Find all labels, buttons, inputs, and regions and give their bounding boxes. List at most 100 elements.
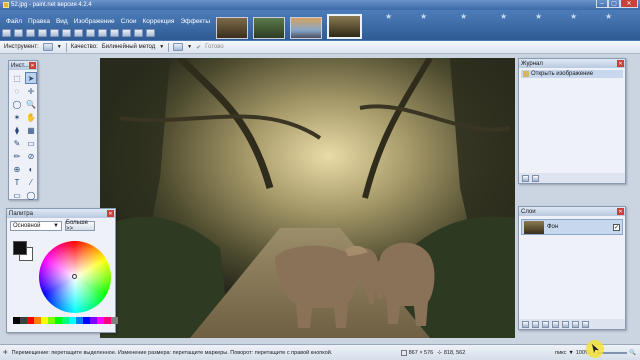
chevron-down-icon[interactable]: ▼ (187, 44, 192, 50)
close-icon[interactable]: ✕ (29, 62, 36, 69)
history-panel-header[interactable]: Журнал ✕ (519, 59, 625, 68)
line-tool-icon[interactable]: ⁄ (25, 176, 37, 188)
image-tab[interactable] (216, 17, 248, 39)
cut-button[interactable] (50, 29, 59, 37)
more-colors-button[interactable]: Больше >> (65, 220, 95, 232)
move-tool-icon[interactable]: ➤ (25, 72, 37, 84)
duplicate-layer-icon[interactable] (542, 320, 549, 328)
menu-edit[interactable]: Правка (28, 18, 50, 25)
pan-tool-icon[interactable]: ✋ (25, 111, 37, 123)
menu-layers[interactable]: Слои (121, 18, 137, 25)
move-selection-tool-icon[interactable]: ✛ (25, 85, 37, 97)
chevron-down-icon[interactable]: ▼ (568, 350, 573, 356)
undo-icon[interactable] (522, 174, 529, 182)
image-tab[interactable] (253, 17, 285, 39)
crop-button[interactable] (86, 29, 95, 37)
close-button[interactable]: ✕ (620, 0, 638, 8)
lasso-tool-icon[interactable]: ◌ (11, 85, 23, 97)
open-file-button[interactable] (14, 29, 23, 37)
tools-panel-header[interactable]: Инст... ✕ (9, 61, 37, 70)
new-file-button[interactable] (2, 29, 11, 37)
palette-mode-dropdown[interactable]: Основной ▼ (10, 221, 62, 231)
move-down-icon[interactable] (572, 320, 579, 328)
close-icon[interactable]: ✕ (617, 60, 624, 67)
clone-stamp-tool-icon[interactable]: ⊕ (11, 163, 23, 175)
palette-swatch[interactable] (41, 317, 48, 324)
rulers-button[interactable] (146, 29, 155, 37)
chevron-down-icon[interactable]: ▼ (159, 44, 164, 50)
color-wheel[interactable] (39, 241, 111, 313)
palette-swatch[interactable] (69, 317, 76, 324)
delete-layer-icon[interactable] (532, 320, 539, 328)
palette-swatch[interactable] (90, 317, 97, 324)
layer-properties-icon[interactable] (582, 320, 589, 328)
grid-button[interactable] (134, 29, 143, 37)
select-rect-tool-icon[interactable]: ⬚ (11, 72, 23, 84)
maximize-button[interactable]: ▢ (608, 0, 620, 8)
close-icon[interactable]: ✕ (107, 210, 114, 217)
zoom-tool-icon[interactable]: 🔍 (25, 98, 37, 110)
quality-dropdown[interactable]: Билинейный метод (102, 44, 155, 50)
layers-panel-header[interactable]: Слои ✕ (519, 207, 625, 216)
menu-image[interactable]: Изображение (74, 18, 115, 25)
layer-row[interactable]: Фон ✓ (521, 219, 623, 235)
redo-icon[interactable] (532, 174, 539, 182)
magic-wand-tool-icon[interactable]: ✶ (11, 111, 23, 123)
redo-button[interactable] (122, 29, 131, 37)
minimize-button[interactable]: – (596, 0, 608, 8)
palette-swatch[interactable] (13, 317, 20, 324)
undo-button[interactable] (110, 29, 119, 37)
save-button[interactable] (26, 29, 35, 37)
move-up-icon[interactable] (562, 320, 569, 328)
eraser-tool-icon[interactable]: ▭ (25, 137, 37, 149)
gradient-tool-icon[interactable]: ▦ (25, 124, 37, 136)
palette-swatch[interactable] (20, 317, 27, 324)
menu-effects[interactable]: Эффекты (180, 18, 210, 25)
palette-swatch[interactable] (55, 317, 62, 324)
history-item[interactable]: Открыть изображение (521, 70, 623, 78)
menu-adjustments[interactable]: Коррекция (142, 18, 174, 25)
menu-view[interactable]: Вид (56, 18, 68, 25)
ellipse-select-tool-icon[interactable]: ◯ (11, 98, 23, 110)
selection-mode-button[interactable] (173, 43, 184, 51)
palette-swatch[interactable] (34, 317, 41, 324)
text-tool-icon[interactable]: T (11, 176, 23, 188)
palette-swatch[interactable] (76, 317, 83, 324)
copy-button[interactable] (62, 29, 71, 37)
palette-swatch[interactable] (48, 317, 55, 324)
palette-swatch[interactable] (104, 317, 111, 324)
print-button[interactable] (38, 29, 47, 37)
palette-swatch[interactable] (27, 317, 34, 324)
add-layer-icon[interactable] (522, 320, 529, 328)
image-tab-active[interactable] (327, 14, 362, 39)
brush-tool-icon[interactable]: ✎ (11, 137, 23, 149)
menu-file[interactable]: Файл (6, 18, 22, 25)
palette-panel-header[interactable]: Палитра ✕ (7, 209, 115, 218)
layer-thumbnail (524, 220, 544, 234)
color-wheel-marker[interactable] (72, 274, 77, 279)
deselect-button[interactable] (98, 29, 107, 37)
shapes-tool-icon[interactable]: ▭ (11, 189, 23, 201)
palette-swatch[interactable] (111, 317, 118, 324)
palette-swatch[interactable] (62, 317, 69, 324)
recolor-tool-icon[interactable]: ◐ (25, 163, 37, 175)
tool-picker-button[interactable] (42, 43, 53, 51)
done-button[interactable]: Готово (205, 44, 224, 50)
ellipse-tool-icon[interactable]: ◯ (25, 189, 37, 201)
paste-button[interactable] (74, 29, 83, 37)
merge-layer-icon[interactable] (552, 320, 559, 328)
palette-swatch[interactable] (83, 317, 90, 324)
close-icon[interactable]: ✕ (617, 208, 624, 215)
zoom-in-icon[interactable]: 🔍 (629, 350, 636, 356)
image-canvas[interactable] (100, 58, 515, 338)
color-picker-tool-icon[interactable]: ⊘ (25, 150, 37, 162)
image-tab[interactable] (290, 17, 322, 39)
chevron-down-icon[interactable]: ▼ (57, 44, 62, 50)
pencil-tool-icon[interactable]: ✏ (11, 150, 23, 162)
palette-swatch[interactable] (97, 317, 104, 324)
primary-color-swatch[interactable] (13, 241, 27, 255)
paint-bucket-tool-icon[interactable]: ⧫ (11, 124, 23, 136)
layer-visibility-checkbox[interactable]: ✓ (613, 223, 620, 231)
tool-options-bar: Инструмент: ▼ Качество: Билинейный метод… (0, 41, 640, 54)
units-dropdown[interactable]: пикс (555, 350, 566, 356)
